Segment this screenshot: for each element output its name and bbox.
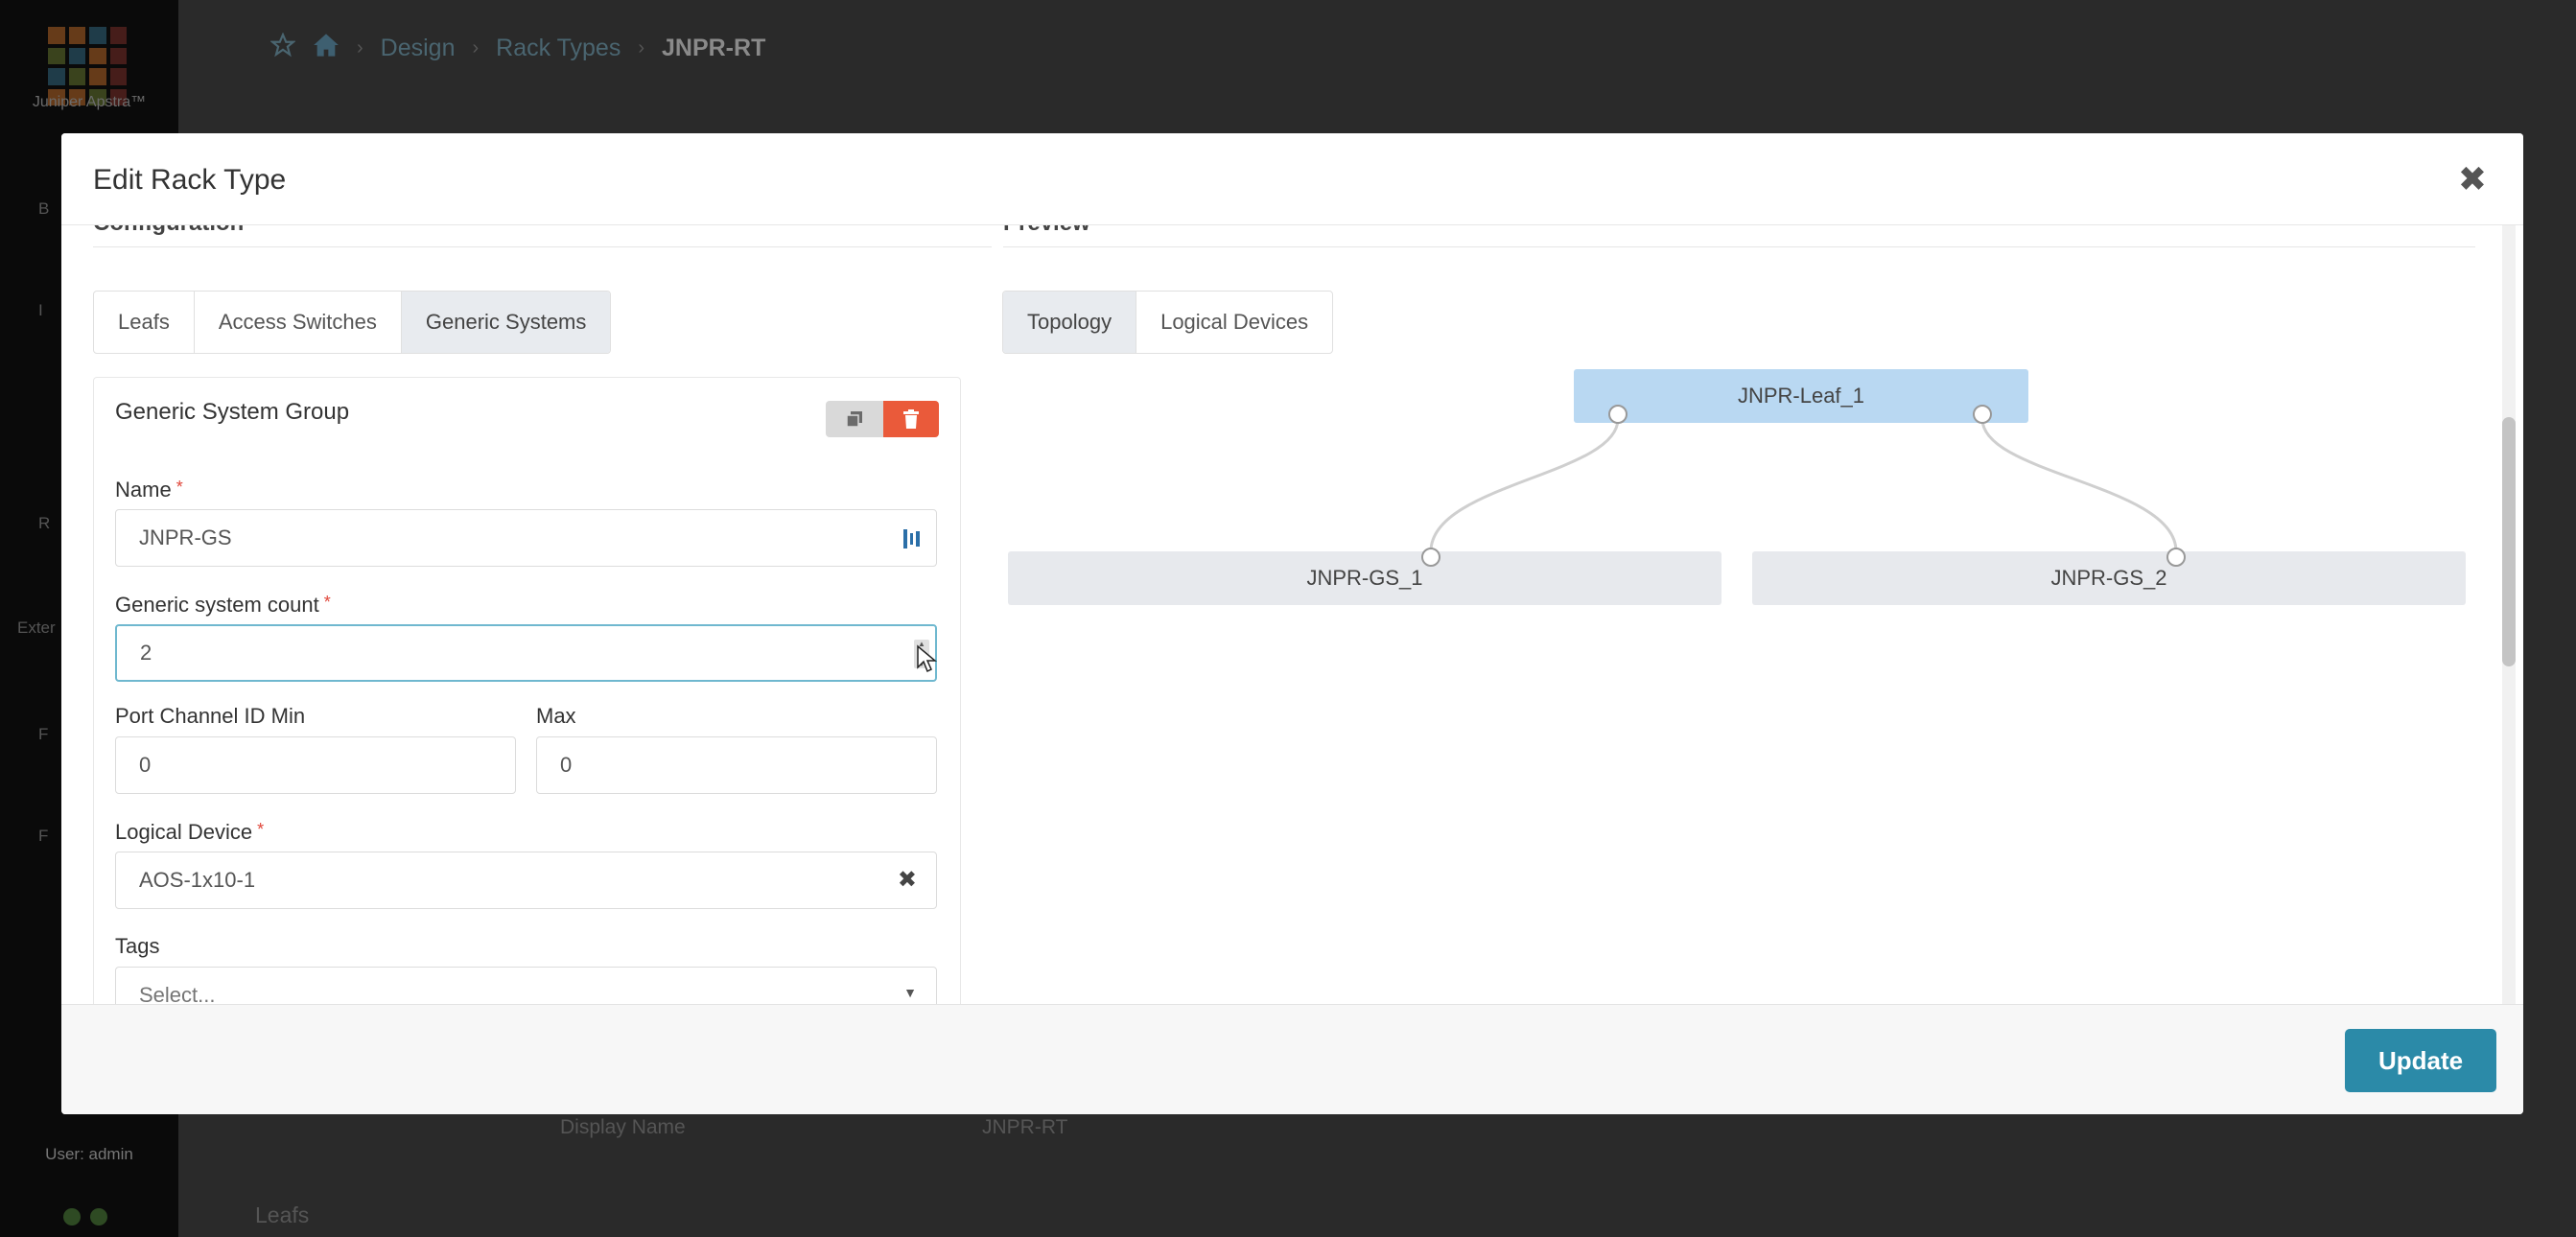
mouse-cursor-icon (917, 644, 937, 673)
breadcrumb-separator: › (638, 37, 644, 58)
breadcrumb-rack-types[interactable]: Rack Types (496, 35, 621, 62)
scrollbar-thumb[interactable] (2502, 417, 2516, 666)
logical-device-select[interactable]: ✖ (115, 852, 937, 909)
tab-leafs[interactable]: Leafs (94, 292, 195, 353)
edit-rack-type-modal: Edit Rack Type ✖ Configuration Leafs Acc… (61, 133, 2523, 1114)
group-actions (826, 401, 939, 437)
status-indicators (63, 1208, 107, 1225)
name-field[interactable] (115, 509, 937, 567)
logo-text: Juniper Apstra™ (32, 94, 147, 110)
user-label: User: admin (45, 1145, 133, 1163)
tags-select[interactable]: ▼ (115, 967, 937, 1004)
name-input[interactable] (116, 510, 936, 566)
update-button[interactable]: Update (2345, 1029, 2496, 1092)
clone-button[interactable] (826, 401, 883, 437)
sidebar-item-fragment[interactable]: I (38, 301, 43, 320)
tab-access-switches[interactable]: Access Switches (195, 292, 402, 353)
group-title: Generic System Group (115, 399, 350, 425)
modal-footer: Update (61, 1004, 2523, 1114)
port-connectors (1421, 405, 2186, 567)
port-channel-min-field[interactable] (115, 736, 516, 794)
close-icon[interactable]: ✖ (2458, 162, 2487, 197)
name-label: Name * (115, 478, 183, 502)
port-channel-max-input[interactable] (537, 737, 936, 793)
logical-device-value[interactable] (116, 852, 936, 908)
tab-logical-devices[interactable]: Logical Devices (1136, 292, 1332, 353)
display-name-label: Display Name (560, 1116, 686, 1138)
logical-device-label: Logical Device * (115, 820, 265, 844)
sidebar-item-fragment[interactable]: F (38, 725, 48, 744)
modal-body: Configuration Leafs Access Switches Gene… (61, 225, 2523, 1004)
delete-button[interactable] (883, 401, 939, 437)
preview-tabs: Topology Logical Devices (1002, 291, 1334, 354)
display-name-value: JNPR-RT (982, 1116, 1068, 1138)
count-label: Generic system count * (115, 593, 331, 617)
port-channel-min-input[interactable] (116, 737, 515, 793)
star-icon[interactable] (269, 32, 296, 64)
tags-input[interactable] (116, 968, 936, 1004)
tab-generic-systems[interactable]: Generic Systems (401, 292, 611, 353)
count-input[interactable] (117, 626, 935, 680)
leafs-heading: Leafs (255, 1202, 310, 1227)
chevron-down-icon[interactable]: ▼ (903, 985, 917, 1000)
configuration-tabs: Leafs Access Switches Generic Systems (93, 291, 612, 354)
port-channel-max-label: Max (536, 704, 576, 728)
preview-heading: Preview (1003, 225, 2475, 247)
password-manager-icon[interactable] (902, 527, 923, 550)
clone-icon (846, 411, 862, 428)
count-field[interactable]: ▲▼ (115, 624, 937, 682)
generic-system-group-panel: Generic System Group Name* Generic syste… (93, 377, 961, 1004)
port-channel-min-label: Port Channel ID Min (115, 704, 306, 728)
breadcrumb-separator: › (472, 37, 480, 58)
port-channel-max-field[interactable] (536, 736, 937, 794)
breadcrumb-current: JNPR-RT (662, 35, 766, 61)
sidebar-item-fragment[interactable]: R (38, 514, 50, 533)
trash-icon (903, 409, 919, 429)
sidebar-item-fragment[interactable]: F (38, 827, 48, 846)
modal-title: Edit Rack Type (93, 164, 287, 196)
breadcrumb: › Design › Rack Types › JNPR-RT (269, 32, 766, 64)
configuration-heading: Configuration (93, 225, 992, 247)
topology-preview: JNPR-Leaf_1 JNPR-GS_1 JNPR-GS_2 (1003, 369, 2466, 657)
modal-header: Edit Rack Type ✖ (61, 133, 2523, 225)
breadcrumb-separator: › (357, 37, 363, 58)
tags-label: Tags (115, 934, 160, 958)
sidebar-item-fragment[interactable]: B (38, 199, 49, 219)
clear-icon[interactable]: ✖ (898, 866, 917, 894)
tab-topology[interactable]: Topology (1003, 292, 1137, 353)
breadcrumb-design[interactable]: Design (381, 35, 456, 62)
home-icon[interactable] (313, 33, 340, 64)
sidebar-item-fragment[interactable]: Exter (17, 618, 56, 638)
